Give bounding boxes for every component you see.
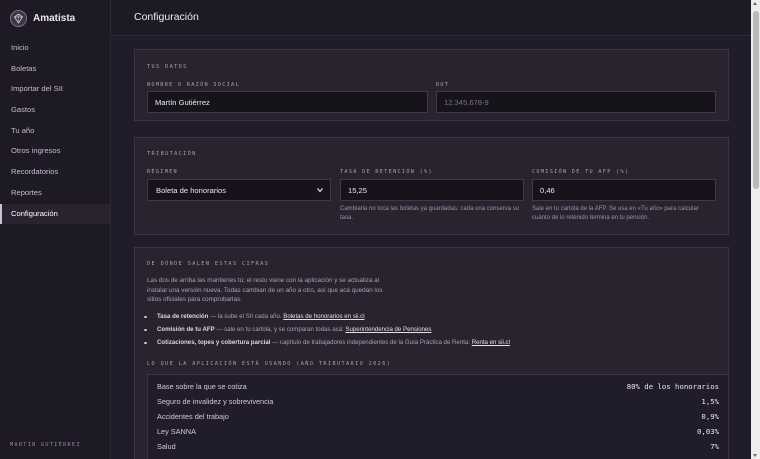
retencion-label: Tasa de retención (%) xyxy=(340,169,433,175)
tax-card: Tributación Régimen Boleta de honorarios… xyxy=(134,137,729,235)
sidebar-nav: Inicio Boletas Importar del SII Gastos T… xyxy=(0,38,110,225)
personal-data-title: Tus datos xyxy=(147,64,188,70)
amethyst-gem-icon xyxy=(10,10,27,27)
scroll-up-arrow-icon[interactable] xyxy=(753,2,757,5)
source-text: — la sube el SII cada año. xyxy=(208,313,284,320)
rate-label: Base sobre la que se cotiza xyxy=(157,382,247,391)
table-row: Accidentes del trabajo 0,9% xyxy=(157,410,719,425)
rate-label: Ley SANNA xyxy=(157,427,196,436)
list-item: Comisión de tu AFP — sale en tu cartola,… xyxy=(144,326,431,333)
regimen-label: Régimen xyxy=(147,169,178,175)
scrollbar-thumb[interactable] xyxy=(752,11,759,189)
sidebar-item-recordatorios[interactable]: Recordatorios xyxy=(0,162,110,183)
rate-value: 80% de los honorarios xyxy=(626,382,719,391)
page-header: Configuración xyxy=(111,0,751,36)
sidebar: Amatista Inicio Boletas Importar del SII… xyxy=(0,0,111,459)
name-input[interactable] xyxy=(147,91,428,113)
rate-label: Accidentes del trabajo xyxy=(157,412,229,421)
source-text: — sale en tu cartola, y se comparan toda… xyxy=(214,326,346,333)
rut-input[interactable] xyxy=(436,91,716,113)
sidebar-item-tu-ano[interactable]: Tu año xyxy=(0,121,110,142)
rate-label: Salud xyxy=(157,442,176,451)
rates-table: Base sobre la que se cotiza 80% de los h… xyxy=(147,374,729,459)
source-text: — capítulo de trabajadores independiente… xyxy=(270,339,472,346)
retencion-input[interactable] xyxy=(340,179,524,201)
bullet xyxy=(144,315,147,318)
rate-value: 7% xyxy=(710,442,719,451)
list-item: Cotizaciones, topes y cobertura parcial … xyxy=(144,339,510,346)
regimen-value: Boleta de honorarios xyxy=(156,186,227,195)
sidebar-item-inicio[interactable]: Inicio xyxy=(0,38,110,59)
sidebar-item-configuracion[interactable]: Configuración xyxy=(0,203,110,225)
rate-label: Seguro de invalidez y sobrevivencia xyxy=(157,397,274,406)
sources-card: De dónde salen estas cifras Las dos de a… xyxy=(134,247,729,459)
sidebar-item-importar-sii[interactable]: Importar del SII xyxy=(0,79,110,100)
table-row: Ley SANNA 0,03% xyxy=(157,425,719,440)
table-row: Seguro de invalidez y sobrevivencia 1,5% xyxy=(157,395,719,410)
table-row: Base sobre la que se cotiza 80% de los h… xyxy=(157,380,719,395)
source-title: Tasa de retención xyxy=(157,313,209,320)
bullet xyxy=(144,328,147,331)
rates-title: Lo que la aplicación está usando (año tr… xyxy=(147,361,392,367)
sources-intro: Las dos de arriba las mantienes tú; el r… xyxy=(147,277,383,304)
bullet xyxy=(144,341,147,344)
app-name: Amatista xyxy=(33,13,76,24)
sidebar-item-reportes[interactable]: Reportes xyxy=(0,183,110,204)
rut-label: RUT xyxy=(436,82,450,88)
retencion-help: Cambiarla no toca las boletas ya guardad… xyxy=(340,206,520,221)
name-label: Nombre o razón social xyxy=(147,82,240,88)
sidebar-item-gastos[interactable]: Gastos xyxy=(0,100,110,121)
sidebar-item-boletas[interactable]: Boletas xyxy=(0,59,110,80)
chevron-down-icon xyxy=(317,188,323,193)
afp-label: Comisión de tu AFP (%) xyxy=(532,169,630,175)
source-title: Comisión de tu AFP xyxy=(157,326,215,333)
page-title: Configuración xyxy=(134,11,199,23)
vertical-scrollbar[interactable] xyxy=(751,0,760,459)
regimen-select[interactable]: Boleta de honorarios xyxy=(147,179,331,201)
afp-help: Sale en tu cartola de la AFP. Se usa en … xyxy=(532,206,699,221)
list-item: Tasa de retención — la sube el SII cada … xyxy=(144,313,365,320)
afp-input[interactable] xyxy=(532,179,716,201)
tax-title: Tributación xyxy=(147,151,197,157)
rate-value: 0,9% xyxy=(701,412,719,421)
personal-data-card: Tus datos Nombre o razón social RUT xyxy=(134,49,729,121)
rate-value: 0,03% xyxy=(697,427,719,436)
renta-sii-link[interactable]: Renta en sii.cl xyxy=(472,339,510,346)
sii-boletas-link[interactable]: Boletas de honorarios en sii.cl xyxy=(283,313,364,320)
user-name[interactable]: Martín Gutiérrez xyxy=(10,442,81,448)
brand[interactable]: Amatista xyxy=(10,10,75,27)
table-row: Salud 7% xyxy=(157,440,719,455)
scroll-down-arrow-icon[interactable] xyxy=(753,454,757,457)
rate-value: 1,5% xyxy=(701,397,719,406)
superintendencia-link[interactable]: Superintendencia de Pensiones xyxy=(345,326,431,333)
sources-title: De dónde salen estas cifras xyxy=(147,261,270,267)
source-title: Cotizaciones, topes y cobertura parcial xyxy=(157,339,271,346)
sidebar-item-otros-ingresos[interactable]: Otros ingresos xyxy=(0,141,110,162)
